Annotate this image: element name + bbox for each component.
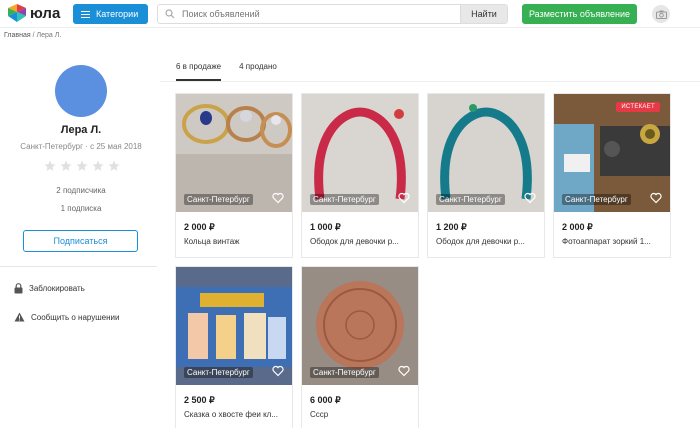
listing-card[interactable]: Санкт-Петербург 2 500 ₽ Сказка о хвосте … bbox=[175, 266, 293, 428]
followers-link[interactable]: 2 подписчика bbox=[0, 186, 162, 195]
listing-city: Санкт-Петербург bbox=[562, 194, 631, 205]
heart-icon[interactable] bbox=[398, 192, 410, 204]
listing-city: Санкт-Петербург bbox=[310, 194, 379, 205]
listing-price: 1 000 ₽ bbox=[310, 222, 341, 232]
menu-icon bbox=[81, 10, 90, 18]
categories-button[interactable]: Категории bbox=[73, 4, 148, 24]
youla-logo-icon[interactable] bbox=[6, 4, 28, 24]
report-label: Сообщить о нарушении bbox=[31, 312, 120, 322]
block-label: Заблокировать bbox=[29, 283, 85, 293]
rating-stars bbox=[44, 160, 120, 174]
heart-icon[interactable] bbox=[398, 365, 410, 377]
listing-price: 2 000 ₽ bbox=[562, 222, 593, 232]
listing-title[interactable]: Ободок для девочки р... bbox=[310, 237, 414, 246]
logo-text[interactable]: юла bbox=[30, 5, 60, 22]
search-input[interactable] bbox=[182, 5, 462, 23]
search-button[interactable]: Найти bbox=[460, 5, 507, 23]
listing-tabs: 6 в продаже 4 продано bbox=[176, 62, 295, 81]
top-header: юла Категории Найти Разместить объявлени… bbox=[0, 0, 700, 28]
listing-card[interactable]: Санкт-Петербург 1 000 ₽ Ободок для девоч… bbox=[301, 93, 419, 258]
profile-name: Лера Л. bbox=[60, 124, 102, 136]
listing-city: Санкт-Петербург bbox=[184, 367, 253, 378]
warning-icon bbox=[14, 312, 25, 322]
listing-card[interactable]: ИСТЕКАЕТ Санкт-Петербург 2 000 ₽ Фотоапп… bbox=[553, 93, 671, 258]
report-action[interactable]: Сообщить о нарушении bbox=[14, 310, 119, 324]
breadcrumb: Главная / Лера Л. bbox=[4, 32, 61, 39]
star-icon bbox=[92, 160, 104, 171]
tab-sold[interactable]: 4 продано bbox=[239, 62, 277, 81]
listing-title[interactable]: Ссср bbox=[310, 410, 414, 419]
breadcrumb-home-link[interactable]: Главная bbox=[4, 32, 31, 39]
listing-price: 2 500 ₽ bbox=[184, 395, 215, 405]
listing-card[interactable]: Санкт-Петербург 2 000 ₽ Кольца винтаж bbox=[175, 93, 293, 258]
heart-icon[interactable] bbox=[272, 192, 284, 204]
listing-title[interactable]: Фотоаппарат зоркий 1... bbox=[562, 237, 666, 246]
star-icon bbox=[44, 160, 56, 171]
listing-card[interactable]: Санкт-Петербург 1 200 ₽ Ободок для девоч… bbox=[427, 93, 545, 258]
listing-title[interactable]: Сказка о хвосте феи кл... bbox=[184, 410, 288, 419]
post-ad-button[interactable]: Разместить объявление bbox=[522, 4, 637, 24]
categories-label: Категории bbox=[96, 9, 139, 19]
listing-title[interactable]: Кольца винтаж bbox=[184, 237, 288, 246]
block-user-action[interactable]: Заблокировать bbox=[14, 281, 85, 295]
search-bar: Найти bbox=[157, 4, 508, 24]
heart-icon[interactable] bbox=[650, 192, 662, 204]
tabs-divider bbox=[160, 81, 700, 82]
star-icon bbox=[60, 160, 72, 171]
search-icon bbox=[165, 9, 175, 19]
breadcrumb-current: Лера Л. bbox=[36, 32, 62, 39]
following-link[interactable]: 1 подписка bbox=[0, 204, 162, 213]
heart-icon[interactable] bbox=[272, 365, 284, 377]
listing-city: Санкт-Петербург bbox=[310, 367, 379, 378]
listing-title[interactable]: Ободок для девочки р... bbox=[436, 237, 540, 246]
star-icon bbox=[108, 160, 120, 171]
expiring-badge: ИСТЕКАЕТ bbox=[616, 102, 660, 112]
listing-price: 6 000 ₽ bbox=[310, 395, 341, 405]
listing-city: Санкт-Петербург bbox=[436, 194, 505, 205]
sidebar-divider bbox=[0, 266, 157, 267]
heart-icon[interactable] bbox=[524, 192, 536, 204]
star-icon bbox=[76, 160, 88, 171]
listing-city: Санкт-Петербург bbox=[184, 194, 253, 205]
camera-icon[interactable] bbox=[652, 5, 670, 23]
listing-price: 2 000 ₽ bbox=[184, 222, 215, 232]
avatar bbox=[55, 65, 107, 117]
listing-card[interactable]: Санкт-Петербург 6 000 ₽ Ссср bbox=[301, 266, 419, 428]
listing-price: 1 200 ₽ bbox=[436, 222, 467, 232]
subscribe-button[interactable]: Подписаться bbox=[23, 230, 138, 252]
tab-for-sale[interactable]: 6 в продаже bbox=[176, 62, 222, 81]
breadcrumb-separator: / bbox=[32, 32, 35, 39]
profile-location: Санкт-Петербург · с 25 мая 2018 bbox=[20, 142, 142, 151]
lock-icon bbox=[14, 282, 23, 293]
